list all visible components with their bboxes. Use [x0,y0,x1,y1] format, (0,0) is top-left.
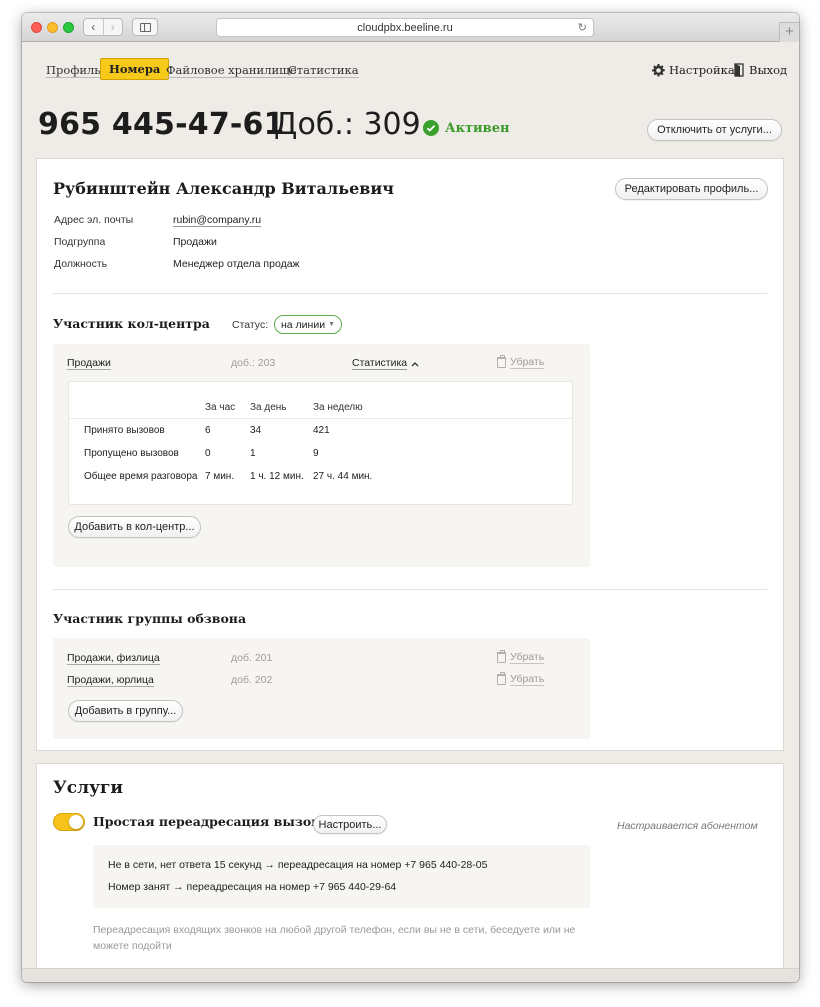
table-cell: 1 ч. 12 мин. [250,471,304,482]
logout-link[interactable]: Выход [734,63,787,77]
dialgroup-box: Продажи, физлица доб. 201 Убрать Продажи… [53,638,590,739]
settings-label: Настройка [669,63,735,77]
services-title: Услуги [53,778,124,798]
table-row-label: Пропущено вызовов [84,448,179,459]
browser-toolbar: ‹ › cloudpbx.beeline.ru ↻ + [22,13,799,42]
subgroup-label: Подгруппа [54,236,106,248]
table-cell: 27 ч. 44 мин. [313,471,373,482]
table-header-divider [69,418,572,419]
edit-profile-button[interactable]: Редактировать профиль... [615,178,768,200]
forwarding-rules-box: Не в сети, нет ответа 15 секунд → переад… [93,845,590,908]
table-row-label: Принято вызовов [84,425,165,436]
column-header-day: За день [250,402,287,413]
trash-icon [497,650,506,663]
email-label: Адрес эл. почты [54,214,134,226]
nav-item-numbers[interactable]: Номера [100,58,170,80]
add-to-group-button[interactable]: Добавить в группу... [68,700,183,722]
sidebar-toggle-button[interactable] [132,18,158,36]
settings-link[interactable]: Настройка [652,63,735,77]
caret-down-icon: ▼ [328,321,335,328]
statistics-toggle-label: Статистика [352,357,408,370]
zoom-window-button[interactable] [63,22,74,33]
dialgroup-row-name[interactable]: Продажи, юрлица [67,674,154,687]
minimize-window-button[interactable] [47,22,58,33]
back-button[interactable]: ‹ [84,19,103,35]
configure-service-button[interactable]: Настроить... [313,815,387,834]
nav-item-profile[interactable]: Профиль [46,63,101,78]
history-buttons: ‹ › [83,18,123,36]
extension-number: Доб.: 309 [274,107,421,142]
service-name: Простая переадресация вызовов [93,814,337,829]
section-divider [53,293,767,294]
add-to-callcenter-button[interactable]: Добавить в кол-центр... [68,516,201,538]
phone-number: 965 445-47-61 [38,107,285,142]
position-label: Должность [54,258,108,270]
profile-panel: Рубинштейн Александр Витальевич Редактир… [36,158,784,751]
section-divider [53,589,767,590]
table-cell: 34 [250,425,262,436]
gear-icon [652,63,665,77]
forward-button[interactable]: › [102,19,123,35]
remove-label: Убрать [510,651,545,664]
dialgroup-row-name[interactable]: Продажи, физлица [67,652,160,665]
employee-name: Рубинштейн Александр Витальевич [53,179,394,198]
trash-icon [497,355,506,368]
page-bottom-strip [22,968,799,982]
table-cell: 6 [205,425,211,436]
dialgroup-title: Участник группы обзвона [53,611,247,626]
forwarding-rule: Не в сети, нет ответа 15 секунд → переад… [108,859,488,871]
nav-item-file-storage[interactable]: Файловое хранилище [166,63,297,78]
dialgroup-row-ext: доб. 201 [231,652,273,664]
chevron-up-icon [411,361,419,366]
callcenter-box: Продажи доб.: 203 Статистика Убрать За ч… [53,344,590,567]
callcenter-status-value: на линии [280,318,326,331]
position-value: Менеджер отдела продаж [173,258,300,270]
logout-label: Выход [749,63,788,77]
top-navigation: Профиль Номера Файловое хранилище Статис… [22,42,799,100]
table-cell: 421 [313,425,330,436]
dialgroup-row-ext: доб. 202 [231,674,273,686]
dialgroup-remove-button[interactable]: Убрать [497,672,545,686]
status-text: Активен [445,120,510,136]
email-value[interactable]: rubin@company.ru [173,214,262,227]
forwarding-toggle[interactable] [53,813,85,831]
statistics-table: За час За день За неделю Принято вызовов… [68,381,573,505]
sidebar-icon [140,23,151,32]
table-cell: 9 [313,448,319,459]
close-window-button[interactable] [31,22,42,33]
callcenter-row-name[interactable]: Продажи [67,357,111,370]
table-cell: 1 [250,448,256,459]
exit-door-icon [734,63,744,77]
service-note: Настраивается абонентом [617,820,758,832]
check-circle-icon [423,120,439,136]
new-tab-button[interactable]: + [779,22,799,42]
callcenter-remove-button[interactable]: Убрать [497,355,545,369]
remove-label: Убрать [510,356,545,369]
reload-icon[interactable]: ↻ [578,21,587,34]
callcenter-status-label: Статус: [232,319,269,331]
status-badge: Активен [423,120,510,136]
disconnect-button[interactable]: Отключить от услуги... [647,119,782,141]
address-url: cloudpbx.beeline.ru [357,22,453,34]
table-cell: 7 мин. [205,471,235,482]
dialgroup-remove-button[interactable]: Убрать [497,650,545,664]
trash-icon [497,672,506,685]
table-row-label: Общее время разговора [84,471,198,482]
remove-label: Убрать [510,673,545,686]
address-bar[interactable]: cloudpbx.beeline.ru ↻ [216,18,594,37]
forwarding-rule: Номер занят → переадресация на номер +7 … [108,881,397,893]
subgroup-value: Продажи [173,236,217,248]
column-header-week: За неделю [313,402,363,413]
browser-window: ‹ › cloudpbx.beeline.ru ↻ + Профиль Номе… [22,13,799,982]
callcenter-status-dropdown[interactable]: на линии ▼ [274,315,342,334]
callcenter-title: Участник кол-центра [53,316,210,331]
table-cell: 0 [205,448,211,459]
callcenter-row-ext: доб.: 203 [231,357,276,369]
column-header-hour: За час [205,402,236,413]
nav-item-statistics[interactable]: Статистика [288,63,359,78]
statistics-toggle-link[interactable]: Статистика [352,357,419,370]
service-description: Переадресация входящих звонков на любой … [93,924,576,952]
services-panel: Услуги Простая переадресация вызовов Нас… [36,763,784,982]
